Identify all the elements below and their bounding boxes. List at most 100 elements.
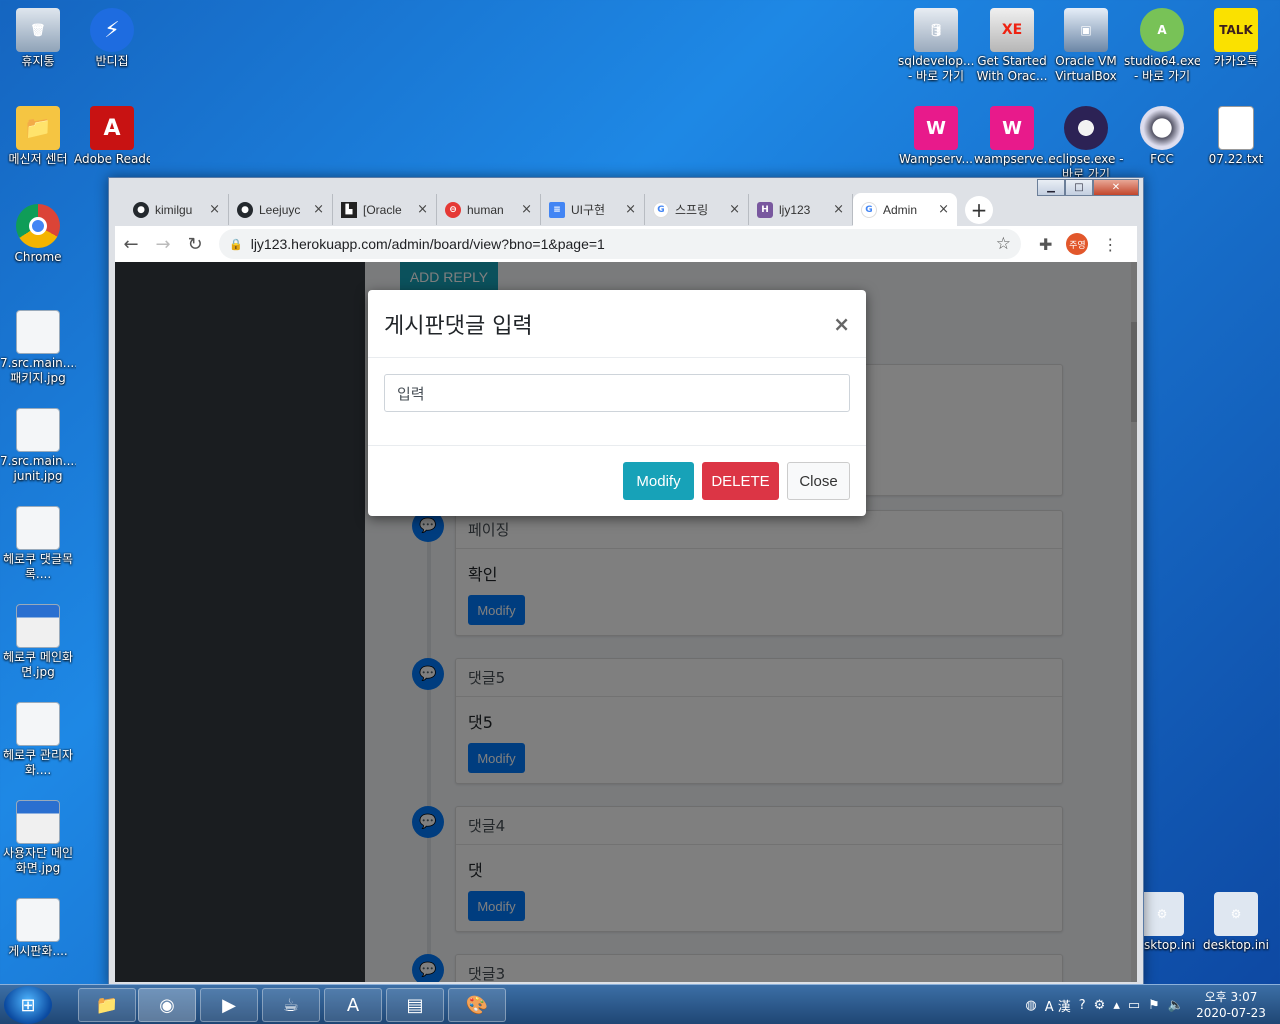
fcc-icon[interactable]: FCC bbox=[1124, 106, 1200, 167]
bandizip-icon[interactable]: ⚡ 반디집 bbox=[74, 8, 150, 69]
wampserver-icon-2[interactable]: W wampserve... bbox=[974, 106, 1050, 167]
jpg-icon-5[interactable]: 헤로쿠 관리자화.... bbox=[0, 702, 76, 778]
tab-leejuyc[interactable]: ● Leejuyc × bbox=[229, 194, 333, 225]
adobe-reader-icon[interactable]: A Adobe Reader X bbox=[74, 106, 150, 167]
back-arrow-icon[interactable]: ← bbox=[115, 234, 147, 255]
jpg-label-1: 7.src.main.... 패키지.jpg bbox=[0, 356, 76, 385]
wordpad-taskbar-icon[interactable]: A bbox=[324, 988, 382, 1022]
image-thumbnail-icon bbox=[16, 898, 60, 942]
wampserver-icon-1[interactable]: W Wampserv... bbox=[898, 106, 974, 167]
image-thumbnail-icon bbox=[16, 604, 60, 648]
java-ee-ide-taskbar-icon[interactable]: ☕ bbox=[262, 988, 320, 1022]
messenger-center-icon[interactable]: 📁 메신저 센터 bbox=[0, 106, 76, 167]
sqldeveloper-icon[interactable]: 🛢 sqldevelop... - 바로 가기 bbox=[898, 8, 974, 84]
bookmark-star-icon[interactable]: ☆ bbox=[996, 234, 1011, 254]
modal-title: 게시판댓글 입력 bbox=[384, 313, 533, 339]
tab-close-icon[interactable]: × bbox=[521, 202, 532, 217]
tab-title: [Oracle bbox=[363, 202, 402, 217]
jpg-icon-3[interactable]: 헤로쿠 댓글목록.... bbox=[0, 506, 76, 582]
kakaotalk-icon[interactable]: TALK 카카오톡 bbox=[1198, 8, 1274, 69]
image-thumbnail-icon bbox=[16, 800, 60, 844]
browser-toolbar: ← → ↻ 🔒 ljy123.herokuapp.com/admin/board… bbox=[115, 226, 1137, 262]
minimize-button[interactable]: ▁ bbox=[1037, 179, 1065, 196]
chrome-icon[interactable]: Chrome bbox=[0, 204, 76, 265]
new-tab-button[interactable]: + bbox=[965, 196, 993, 224]
txt-file-icon[interactable]: 07.22.txt bbox=[1198, 106, 1274, 167]
modal-close-icon[interactable]: × bbox=[833, 312, 850, 336]
show-hidden-icons-chevron-icon[interactable]: ▴ bbox=[1113, 998, 1120, 1013]
menu-kebab-icon[interactable]: ⋮ bbox=[1102, 235, 1118, 254]
clock[interactable]: 오후 3:07 2020-07-23 bbox=[1192, 989, 1270, 1021]
image-thumbnail-icon bbox=[16, 702, 60, 746]
tab-admin[interactable]: G Admin × bbox=[853, 193, 957, 226]
ime-lang-indicator[interactable]: A 漢 bbox=[1045, 996, 1071, 1015]
wampserver-glyph: W bbox=[914, 106, 958, 150]
maximize-button[interactable]: □ bbox=[1065, 179, 1093, 196]
tab-ui[interactable]: ≡ UI구현 × bbox=[541, 194, 645, 225]
tab-close-icon[interactable]: × bbox=[938, 202, 949, 217]
tab-title: UI구현 bbox=[571, 203, 606, 217]
url-text[interactable]: ljy123.herokuapp.com/admin/board/view?bn… bbox=[251, 236, 996, 252]
clock-date: 2020-07-23 bbox=[1196, 1006, 1266, 1020]
jpg-label-2: 7.src.main.... junit.jpg bbox=[0, 454, 76, 483]
factory-icon: ▙ bbox=[341, 201, 357, 218]
reload-icon[interactable]: ↻ bbox=[179, 234, 211, 255]
tab-human[interactable]: ⊖ human × bbox=[437, 194, 541, 225]
start-button[interactable]: ⊞ bbox=[4, 986, 52, 1024]
profile-avatar[interactable]: 주영 bbox=[1066, 233, 1089, 255]
network-globe-icon[interactable]: ◍ bbox=[1025, 998, 1036, 1013]
explorer-taskbar-icon[interactable]: 📁 bbox=[78, 988, 136, 1022]
tab-oracle[interactable]: ▙ [Oracle × bbox=[333, 194, 437, 225]
tab-close-icon[interactable]: × bbox=[313, 202, 324, 217]
oracle-xe-glyph: XE bbox=[990, 8, 1034, 52]
forward-arrow-icon[interactable]: → bbox=[147, 234, 179, 255]
tab-kimilgu[interactable]: ● kimilgu × bbox=[125, 194, 229, 225]
android-studio-icon[interactable]: A studio64.exe - 바로 가기 bbox=[1124, 8, 1200, 84]
jpg-label-6: 사용자단 메인화면.jpg bbox=[2, 846, 74, 875]
network-status-icon[interactable]: ▭ bbox=[1128, 998, 1140, 1013]
tab-close-icon[interactable]: × bbox=[833, 202, 844, 217]
reply-modal: 게시판댓글 입력 × Modify DELETE Close bbox=[368, 290, 866, 516]
sticky-notes-taskbar-icon[interactable]: ▤ bbox=[386, 988, 444, 1022]
ime-settings-icon[interactable]: ⚙ bbox=[1094, 998, 1106, 1013]
taskbar: ⊞ 📁 ◉ ▶ ☕ A ▤ 🎨 ◍ A 漢 ? ⚙ ▴ ▭ ⚑ 🔈 오후 3:0… bbox=[0, 984, 1280, 1024]
eclipse-icon[interactable]: eclipse.exe - 바로 가기 bbox=[1048, 106, 1124, 182]
recycle-bin-icon[interactable]: 🗑 휴지통 bbox=[0, 8, 76, 69]
modify-button[interactable]: Modify bbox=[623, 462, 694, 500]
close-button[interactable]: Close bbox=[787, 462, 850, 500]
tab-spring[interactable]: G 스프링 × bbox=[645, 194, 749, 225]
tab-title: kimilgu bbox=[155, 202, 193, 217]
jpg-icon-2[interactable]: 7.src.main.... junit.jpg bbox=[0, 408, 76, 484]
tab-close-icon[interactable]: × bbox=[729, 202, 740, 217]
gear-file-icon: ⚙ bbox=[1140, 892, 1184, 936]
jpg-icon-1[interactable]: 7.src.main.... 패키지.jpg bbox=[0, 310, 76, 386]
eclipse-glyph bbox=[1064, 106, 1108, 150]
tab-close-icon[interactable]: × bbox=[417, 202, 428, 217]
jpg-icon-6[interactable]: 사용자단 메인화면.jpg bbox=[0, 800, 76, 876]
paint-taskbar-icon[interactable]: 🎨 bbox=[448, 988, 506, 1022]
jpg-icon-7[interactable]: 게시판화.... bbox=[0, 898, 76, 959]
tab-close-icon[interactable]: × bbox=[209, 202, 220, 217]
fcc-glyph bbox=[1140, 106, 1184, 150]
window-close-button[interactable]: ✕ bbox=[1093, 179, 1139, 196]
chrome-taskbar-icon[interactable]: ◉ bbox=[138, 988, 196, 1022]
jpg-label-5: 헤로쿠 관리자화.... bbox=[2, 748, 74, 777]
jpg-icon-4[interactable]: 헤로쿠 메인화면.jpg bbox=[0, 604, 76, 680]
oracle-xe-icon[interactable]: XE Get Started With Orac... bbox=[974, 8, 1050, 84]
github-icon: ● bbox=[133, 201, 149, 218]
system-tray: ◍ A 漢 ? ⚙ ▴ ▭ ⚑ 🔈 오후 3:07 2020-07-23 bbox=[1025, 985, 1280, 1024]
tab-title: human bbox=[467, 202, 504, 217]
tab-ljy123[interactable]: H ljy123 × bbox=[749, 194, 853, 225]
virtualbox-icon[interactable]: ▣ Oracle VM VirtualBox bbox=[1048, 8, 1124, 84]
media-player-taskbar-icon[interactable]: ▶ bbox=[200, 988, 258, 1022]
delete-button[interactable]: DELETE bbox=[702, 462, 779, 500]
desktop-ini-icon-2[interactable]: ⚙ desktop.ini bbox=[1198, 892, 1274, 953]
address-bar[interactable]: 🔒 ljy123.herokuapp.com/admin/board/view?… bbox=[219, 229, 1021, 259]
database-glyph: 🛢 bbox=[914, 8, 958, 52]
extensions-puzzle-icon[interactable]: ✚ bbox=[1039, 235, 1052, 254]
volume-muted-icon[interactable]: 🔈 bbox=[1168, 998, 1184, 1013]
action-center-flag-icon[interactable]: ⚑ bbox=[1148, 998, 1160, 1013]
tab-close-icon[interactable]: × bbox=[625, 202, 636, 217]
reply-text-input[interactable] bbox=[384, 374, 850, 412]
help-icon[interactable]: ? bbox=[1079, 998, 1086, 1013]
